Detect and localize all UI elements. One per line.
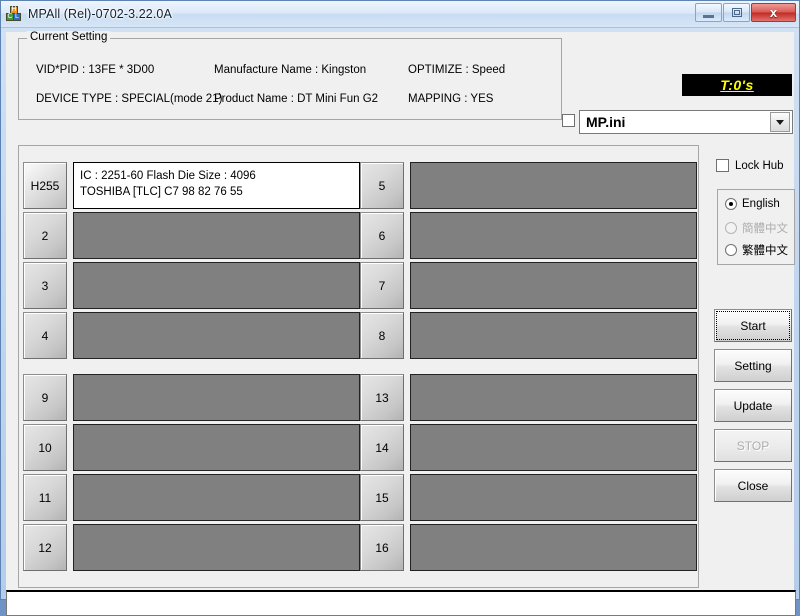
port-button-14[interactable]: 14 <box>360 424 404 471</box>
client-area: Current Setting VID*PID : 13FE * 3D00 DE… <box>6 31 796 616</box>
update-button[interactable]: Update <box>714 389 792 422</box>
mapping-label: MAPPING : YES <box>408 93 494 105</box>
port-button-3[interactable]: 3 <box>23 262 67 309</box>
port-button-12[interactable]: 12 <box>23 524 67 571</box>
ini-file-combobox[interactable]: MP.ini <box>579 110 793 134</box>
window-title: MPAll (Rel)-0702-3.22.0A <box>28 7 172 21</box>
port-button-5[interactable]: 5 <box>360 162 404 209</box>
port-button-13[interactable]: 13 <box>360 374 404 421</box>
current-setting-legend: Current Setting <box>27 31 111 43</box>
port-status-line: IC : 2251-60 Flash Die Size : 4096 <box>80 170 256 182</box>
maximize-button[interactable] <box>723 3 750 22</box>
port-status-10 <box>73 424 360 471</box>
port-row: 5 <box>360 162 697 209</box>
restore-icon <box>731 8 742 17</box>
optimize-label: OPTIMIZE : Speed <box>408 64 506 76</box>
app-blocks-icon: H C L <box>6 6 22 22</box>
minimize-button[interactable] <box>695 3 722 22</box>
lock-hub-label: Lock Hub <box>735 159 784 172</box>
port-button-11[interactable]: 11 <box>23 474 67 521</box>
port-status-15 <box>410 474 697 521</box>
port-status-12 <box>73 524 360 571</box>
port-status-2 <box>73 212 360 259</box>
port-status-11 <box>73 474 360 521</box>
port-row: 14 <box>360 424 697 471</box>
vid-pid-label: VID*PID : 13FE * 3D00 <box>36 64 155 76</box>
port-button-2[interactable]: 2 <box>23 212 67 259</box>
language-radio-2: 簡體中文 <box>725 220 788 236</box>
port-row: 9 <box>23 374 360 421</box>
setting-button[interactable]: Setting <box>714 349 792 382</box>
ini-file-value: MP.ini <box>586 114 626 130</box>
language-group: English 簡體中文繁體中文 <box>717 189 795 265</box>
port-row: 15 <box>360 474 697 521</box>
port-row: 11 <box>23 474 360 521</box>
port-button-15[interactable]: 15 <box>360 474 404 521</box>
right-control-panel: Lock Hub English 簡體中文繁體中文 Start Setting U… <box>706 145 798 588</box>
port-row: 3 <box>23 262 360 309</box>
port-button-4[interactable]: 4 <box>23 312 67 359</box>
lock-hub-checkbox-box[interactable] <box>716 159 729 172</box>
port-status-line: TOSHIBA [TLC] C7 98 82 76 55 <box>80 186 243 198</box>
port-row: H255 IC : 2251-60 Flash Die Size : 4096 TO… <box>23 162 360 209</box>
port-grid-panel: H255 IC : 2251-60 Flash Die Size : 4096 TO… <box>18 145 699 588</box>
port-row: 7 <box>360 262 697 309</box>
port-row: 8 <box>360 312 697 359</box>
close-button[interactable]: x <box>751 3 796 22</box>
port-row: 16 <box>360 524 697 571</box>
radio-icon <box>725 222 737 234</box>
port-status-4 <box>73 312 360 359</box>
language-radio-1[interactable]: English <box>725 198 780 210</box>
language-radio-label: 簡體中文 <box>742 223 788 235</box>
language-radio-3[interactable]: 繁體中文 <box>725 242 788 258</box>
port-button-8[interactable]: 8 <box>360 312 404 359</box>
port-status-9 <box>73 374 360 421</box>
port-button-6[interactable]: 6 <box>360 212 404 259</box>
close-icon: x <box>769 5 778 20</box>
port-status-14 <box>410 424 697 471</box>
port-status-7 <box>410 262 697 309</box>
port-row: 6 <box>360 212 697 259</box>
port-button-16[interactable]: 16 <box>360 524 404 571</box>
status-bar <box>6 590 796 616</box>
port-button-9[interactable]: 9 <box>23 374 67 421</box>
stop-button: STOP <box>714 429 792 462</box>
port-status-13 <box>410 374 697 421</box>
lock-hub-checkbox[interactable]: Lock Hub <box>716 159 784 172</box>
port-button-10[interactable]: 10 <box>23 424 67 471</box>
language-radio-label: English <box>742 198 780 210</box>
window-controls: x <box>695 3 796 22</box>
port-row: 4 <box>23 312 360 359</box>
port-row: 13 <box>360 374 697 421</box>
port-button-7[interactable]: 7 <box>360 262 404 309</box>
port-status-6 <box>410 212 697 259</box>
port-status-3 <box>73 262 360 309</box>
port-row: 12 <box>23 524 360 571</box>
radio-icon <box>725 198 737 210</box>
device-type-label: DEVICE TYPE : SPECIAL(mode 21) <box>36 93 223 105</box>
port-status-5 <box>410 162 697 209</box>
close-app-button[interactable]: Close <box>714 469 792 502</box>
minimize-icon <box>703 14 714 18</box>
radio-icon <box>725 244 737 256</box>
port-row: 10 <box>23 424 360 471</box>
port-status-16 <box>410 524 697 571</box>
port-status-H255: IC : 2251-60 Flash Die Size : 4096 TOSHIB… <box>73 162 360 209</box>
port-status-8 <box>410 312 697 359</box>
product-name-label: Product Name : DT Mini Fun G2 <box>214 93 379 105</box>
application-window: H C L MPAll (Rel)-0702-3.22.0A x Current… <box>0 0 800 616</box>
language-radio-label: 繁體中文 <box>742 245 788 257</box>
port-button-H255[interactable]: H255 <box>23 162 67 209</box>
title-bar[interactable]: H C L MPAll (Rel)-0702-3.22.0A x <box>1 1 799 28</box>
port-row: 2 <box>23 212 360 259</box>
manufacture-name-label: Manufacture Name : Kingston <box>214 64 367 76</box>
ini-enable-checkbox[interactable] <box>562 114 575 127</box>
success-counter-display: T:0's <box>682 74 792 96</box>
current-setting-group: Current Setting VID*PID : 13FE * 3D00 DE… <box>18 31 562 120</box>
start-button[interactable]: Start <box>714 309 792 342</box>
chevron-down-icon[interactable] <box>770 112 790 132</box>
